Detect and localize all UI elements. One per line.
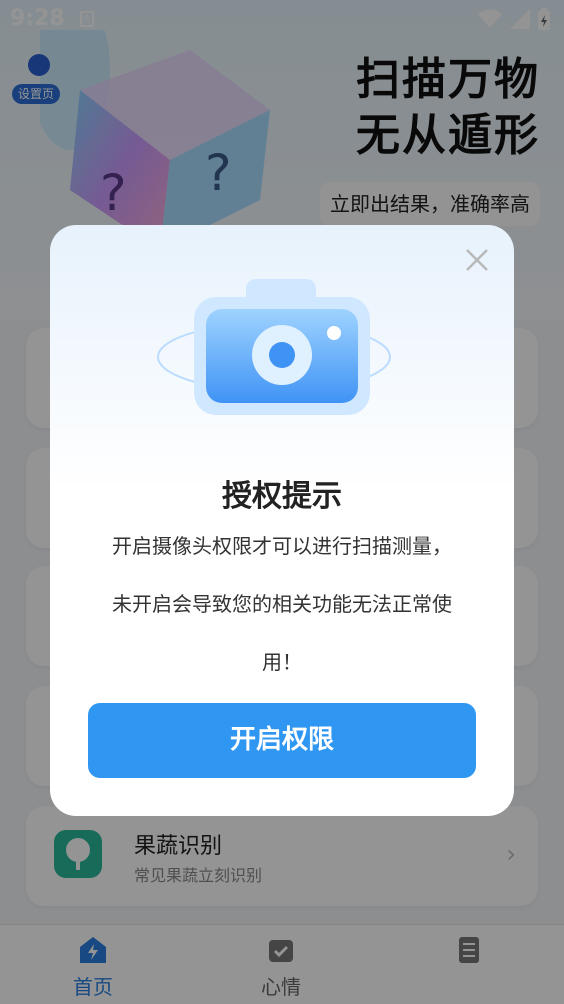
dialog-message: 开启摄像头权限才可以进行扫描测量， 未开启会导致您的相关功能无法正常使 用！ <box>86 517 478 691</box>
close-icon[interactable] <box>460 243 494 277</box>
dialog-title: 授权提示 <box>222 479 342 514</box>
dialog-message-line1: 开启摄像头权限才可以进行扫描测量， <box>112 534 452 558</box>
enable-permission-button[interactable]: 开启权限 <box>88 703 476 778</box>
permission-dialog: 授权提示 开启摄像头权限才可以进行扫描测量， 未开启会导致您的相关功能无法正常使… <box>50 225 514 816</box>
dialog-message-line3: 用！ <box>262 650 302 674</box>
dialog-message-line2: 未开启会导致您的相关功能无法正常使 <box>112 592 452 616</box>
camera-icon <box>157 279 391 415</box>
